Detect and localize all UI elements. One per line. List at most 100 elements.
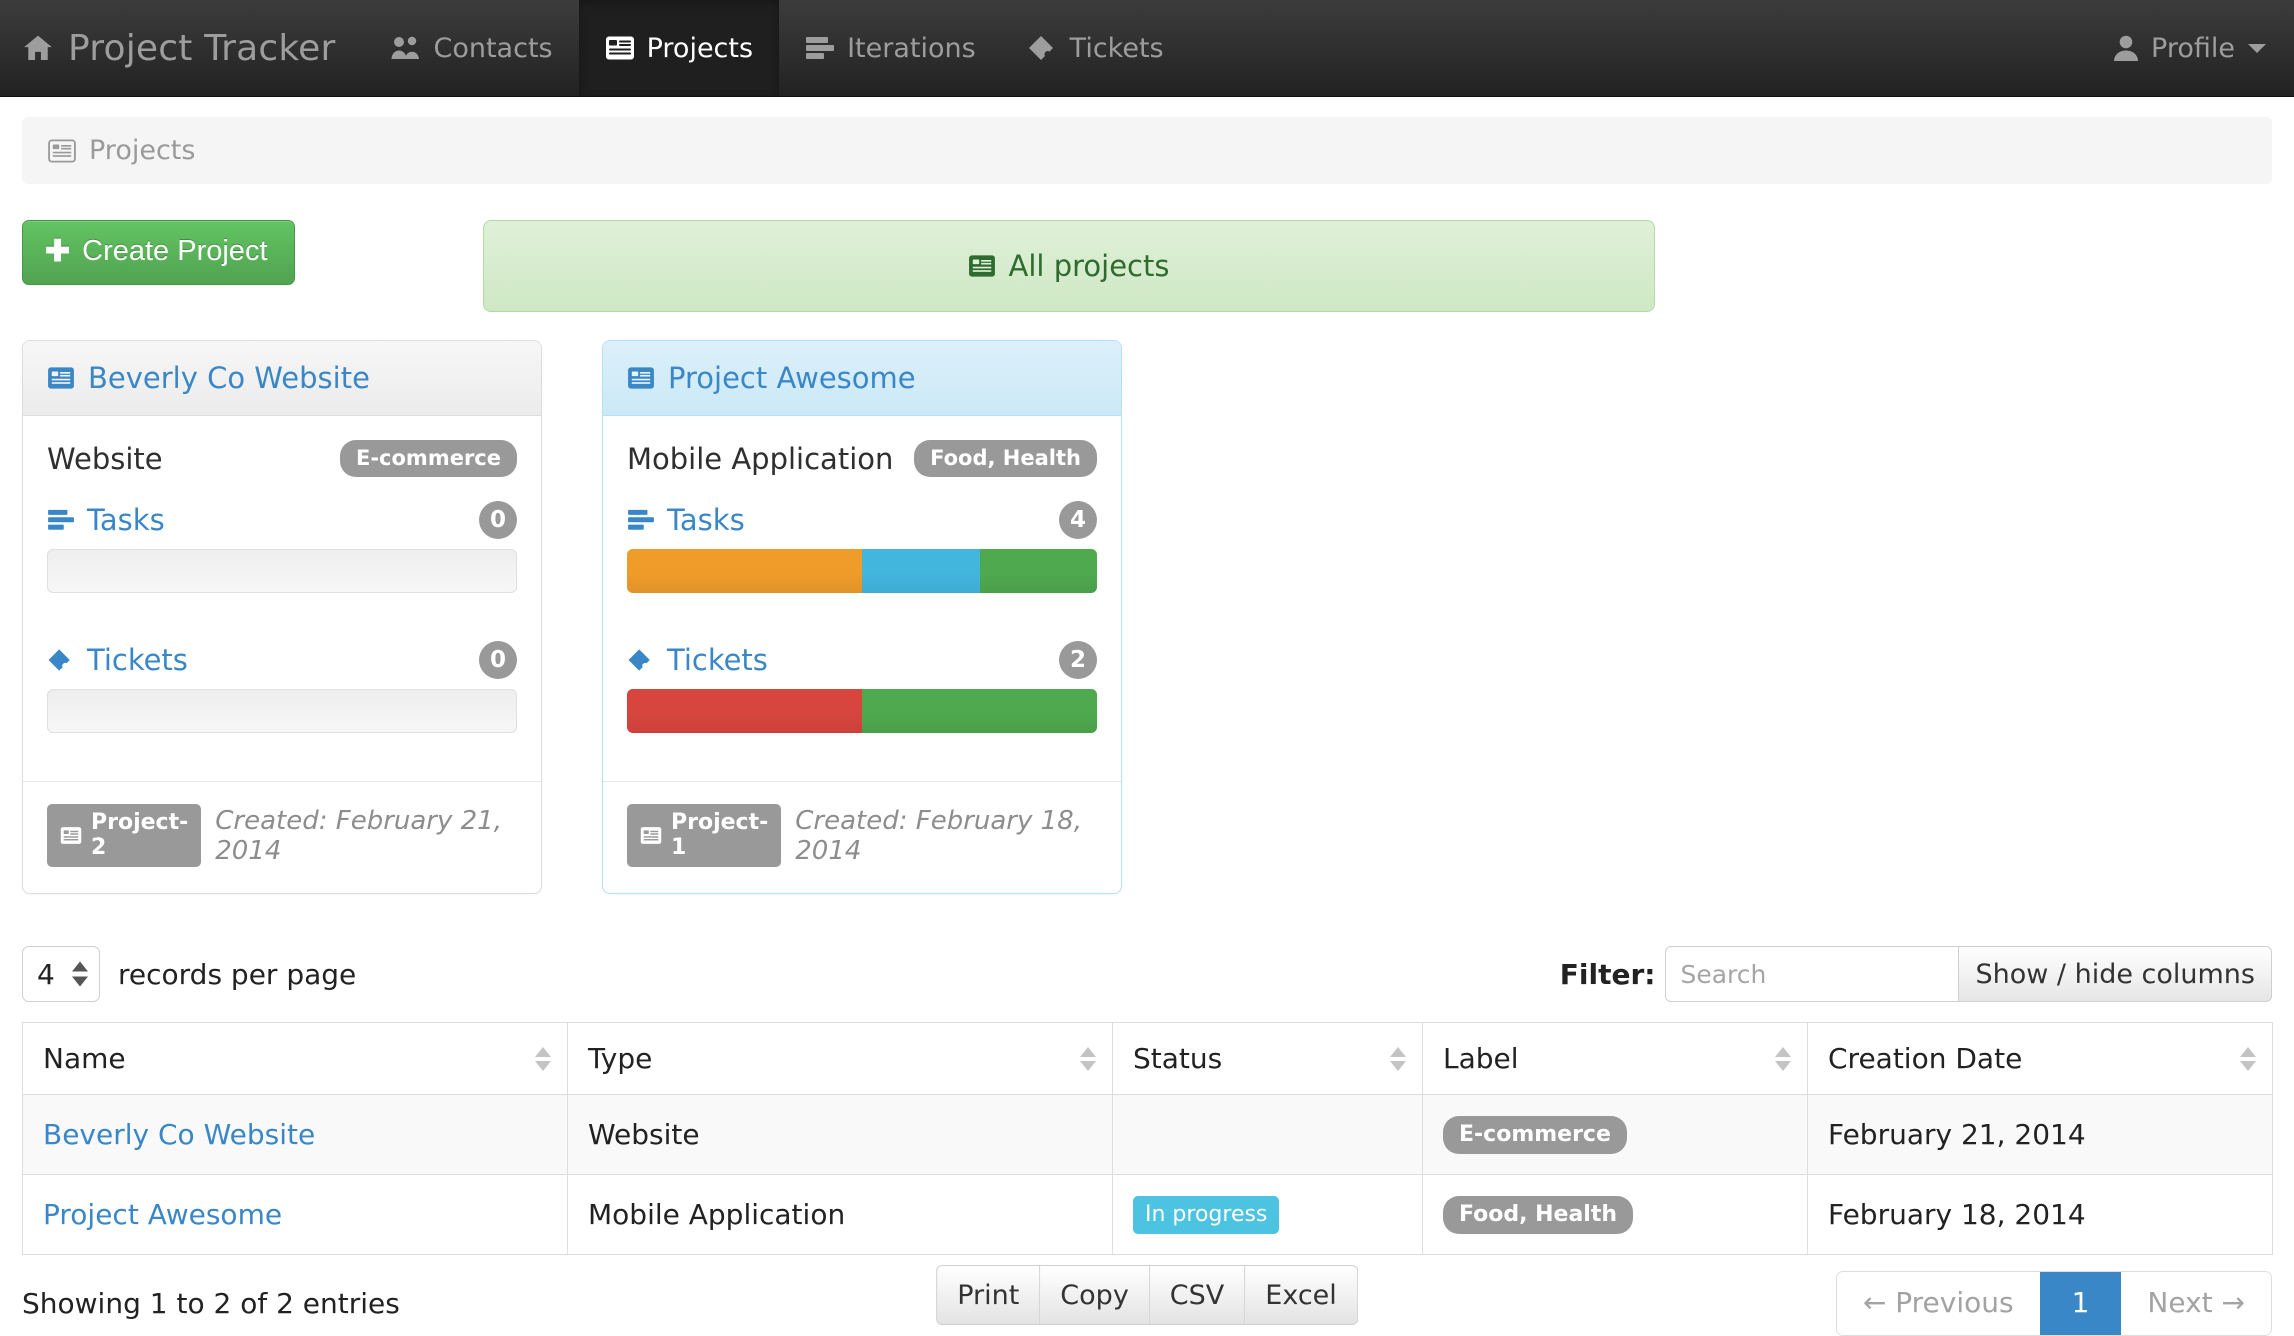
tickets-progress-bar <box>627 689 1097 733</box>
tickets-link[interactable]: Tickets <box>627 643 768 677</box>
stepper-up-icon[interactable] <box>72 961 88 972</box>
breadcrumb-label: Projects <box>89 135 196 166</box>
column-header-status[interactable]: Status <box>1112 1022 1423 1095</box>
project-type-row: Mobile Application Food, Health <box>627 440 1097 477</box>
project-link[interactable]: Project Awesome <box>43 1198 282 1231</box>
nav-item-label: Projects <box>646 32 754 64</box>
profile-label: Profile <box>2151 32 2235 64</box>
action-row: ✚ Create Project All projects <box>0 184 2294 312</box>
tasks-link[interactable]: Tasks <box>627 503 745 537</box>
create-project-label: Create Project <box>82 235 268 267</box>
column-header-label[interactable]: Label <box>1422 1022 1808 1095</box>
nav-item-label: Contacts <box>433 32 553 64</box>
column-header-label: Type <box>588 1042 653 1075</box>
breadcrumb-wrapper: Projects <box>0 97 2294 184</box>
table-row[interactable]: Beverly Co Website Website E-commerce Fe… <box>22 1094 2273 1175</box>
project-card-title-link[interactable]: Project Awesome <box>627 361 916 395</box>
tickets-count-badge: 2 <box>1059 641 1097 679</box>
brand-link[interactable]: Project Tracker <box>0 0 365 96</box>
all-projects-label: All projects <box>1008 249 1170 283</box>
ticket-icon <box>47 648 75 672</box>
project-type: Mobile Application <box>627 441 894 476</box>
records-per-page-value: 4 <box>37 957 55 991</box>
project-created-date: Created: February 21, 2014 <box>215 805 502 866</box>
table-controls: 4 records per page Filter: Show / hide c… <box>0 894 2294 1002</box>
project-card-footer: Project-1 Created: February 18, 2014 <box>603 782 1121 893</box>
create-project-button[interactable]: ✚ Create Project <box>22 220 295 285</box>
tasks-icon <box>627 508 655 532</box>
nav-item-contacts[interactable]: Contacts <box>365 0 578 96</box>
export-print-button[interactable]: Print <box>936 1265 1041 1325</box>
sort-icon[interactable] <box>535 1046 551 1071</box>
tasks-progress-bar <box>47 549 517 593</box>
export-buttons: Print Copy CSV Excel <box>936 1265 1358 1325</box>
pagination: ← Previous 1 Next → <box>1835 1271 2272 1336</box>
tickets-link[interactable]: Tickets <box>47 643 188 677</box>
sort-icon[interactable] <box>1390 1046 1406 1071</box>
tickets-section-header: Tickets 0 <box>47 641 517 679</box>
user-icon <box>2113 34 2139 62</box>
chevron-down-icon <box>2248 43 2266 53</box>
cell-type: Website <box>567 1094 1113 1175</box>
tickets-count-badge: 0 <box>479 641 517 679</box>
list-alt-icon <box>640 826 662 845</box>
export-copy-button[interactable]: Copy <box>1040 1265 1150 1325</box>
progress-segment <box>627 549 862 593</box>
sort-icon[interactable] <box>1775 1046 1791 1071</box>
records-per-page-stepper[interactable]: 4 <box>22 946 100 1002</box>
status-badge: In progress <box>1133 1196 1280 1234</box>
tickets-label: Tickets <box>667 643 768 677</box>
nav-item-projects[interactable]: Projects <box>578 0 780 96</box>
tasks-link[interactable]: Tasks <box>47 503 165 537</box>
list-alt-icon <box>47 366 75 390</box>
brand-label: Project Tracker <box>68 27 336 69</box>
show-hide-columns-button[interactable]: Show / hide columns <box>1959 946 2272 1002</box>
project-link[interactable]: Beverly Co Website <box>43 1118 315 1151</box>
filter-label: Filter: <box>1559 957 1656 991</box>
project-card[interactable]: Project Awesome Mobile Application Food,… <box>602 340 1122 894</box>
project-type-row: Website E-commerce <box>47 440 517 477</box>
project-card-body: Mobile Application Food, Health Tasks 4 <box>603 416 1121 733</box>
nav-item-tickets[interactable]: Tickets <box>1002 0 1190 96</box>
project-card-title-link[interactable]: Beverly Co Website <box>47 361 370 395</box>
sort-icon[interactable] <box>1080 1046 1096 1071</box>
cell-creation-date: February 18, 2014 <box>1807 1174 2273 1255</box>
search-input[interactable] <box>1665 946 1960 1002</box>
column-header-name[interactable]: Name <box>22 1022 568 1095</box>
plus-icon: ✚ <box>45 234 71 268</box>
tasks-section-header: Tasks 0 <box>47 501 517 539</box>
profile-menu[interactable]: Profile <box>2113 33 2266 64</box>
cell-label: E-commerce <box>1422 1094 1808 1175</box>
table-head: Name Type Status Label Creation Date <box>22 1022 2273 1095</box>
label-badge: Food, Health <box>1443 1196 1634 1234</box>
cell-type: Mobile Application <box>567 1174 1113 1255</box>
sort-icon[interactable] <box>2240 1046 2256 1071</box>
table-body: Beverly Co Website Website E-commerce Fe… <box>22 1094 2273 1255</box>
project-card-header: Beverly Co Website <box>23 341 541 416</box>
cell-name: Beverly Co Website <box>22 1094 568 1175</box>
table-row[interactable]: Project Awesome Mobile Application In pr… <box>22 1174 2273 1255</box>
project-cards: Beverly Co Website Website E-commerce Ta… <box>0 312 2294 894</box>
project-card[interactable]: Beverly Co Website Website E-commerce Ta… <box>22 340 542 894</box>
nav-item-iterations[interactable]: Iterations <box>779 0 1002 96</box>
export-csv-button[interactable]: CSV <box>1149 1265 1246 1325</box>
project-label-pill: Food, Health <box>914 440 1097 477</box>
ticket-icon <box>627 648 655 672</box>
table-header-row: Name Type Status Label Creation Date <box>22 1022 2273 1095</box>
list-alt-icon <box>968 254 996 278</box>
column-header-type[interactable]: Type <box>567 1022 1113 1095</box>
ticket-icon <box>1028 35 1058 61</box>
cell-status <box>1112 1094 1423 1175</box>
list-alt-icon <box>48 138 76 163</box>
column-header-creation-date[interactable]: Creation Date <box>1807 1022 2273 1095</box>
export-excel-button[interactable]: Excel <box>1245 1265 1358 1325</box>
progress-segment <box>627 689 862 733</box>
all-projects-banner[interactable]: All projects <box>482 220 1655 312</box>
cell-status: In progress <box>1112 1174 1423 1255</box>
column-header-label: Status <box>1133 1042 1223 1075</box>
tasks-label: Tasks <box>667 503 745 537</box>
projects-table: Name Type Status Label Creation Date Bev… <box>22 1022 2273 1255</box>
stepper-down-icon[interactable] <box>72 976 88 987</box>
stepper-arrows-icon[interactable] <box>72 961 88 987</box>
tasks-count-badge: 4 <box>1059 501 1097 539</box>
